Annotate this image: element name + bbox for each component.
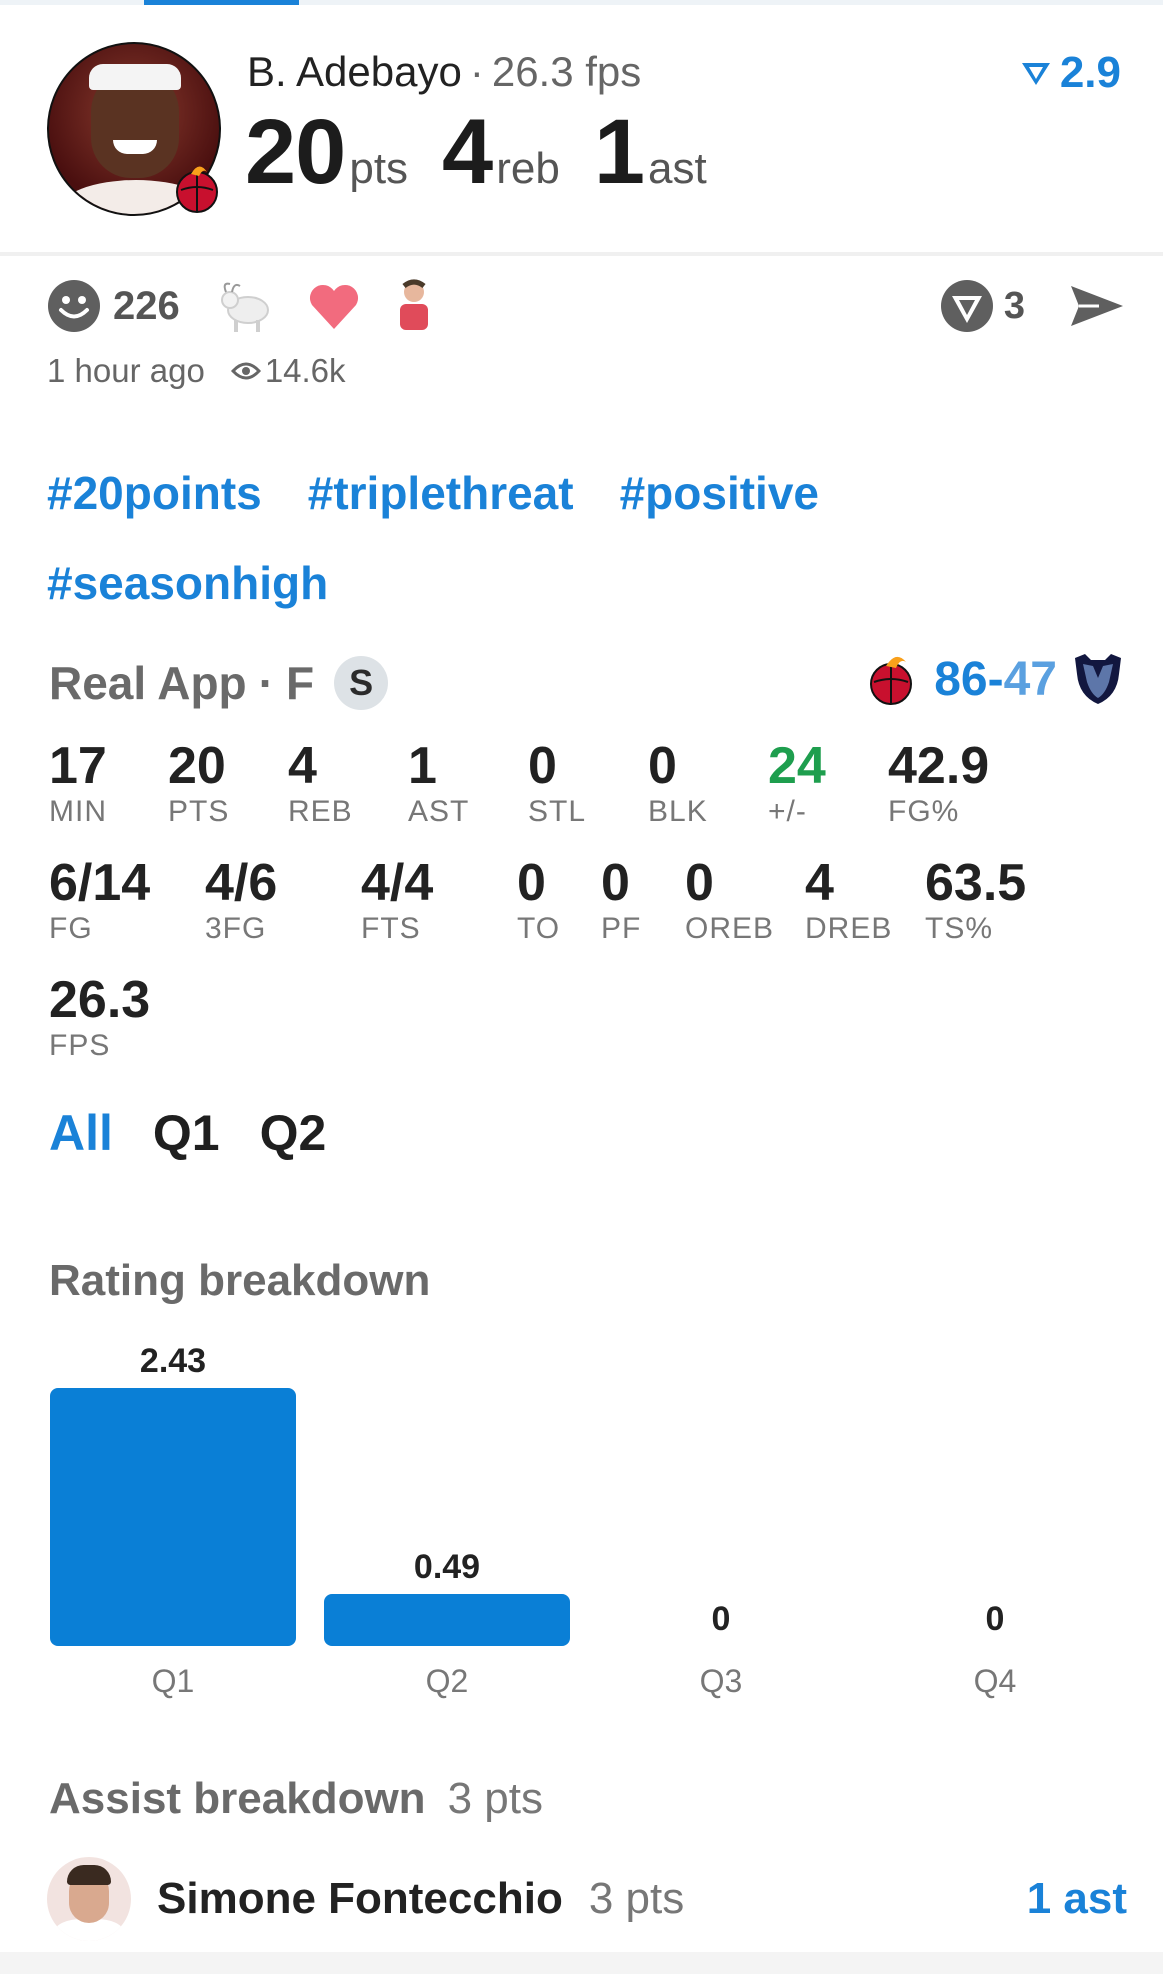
reactions-bar: 226 (47, 278, 466, 334)
data-label-q3: 0 (712, 1600, 731, 1638)
hashtag[interactable]: #positive (620, 454, 819, 532)
tick-label-q1: Q1 (152, 1663, 195, 1699)
stat-plus-minus: 24 +/- (768, 737, 826, 828)
score-text: 86-47 (934, 652, 1057, 707)
assist-total: 3 pts (447, 1774, 543, 1823)
post-meta: 1 hour ago 14.6k (47, 352, 346, 390)
score-dash: - (987, 652, 1004, 706)
rating-breakdown-chart: 2.43 Q1 0.49 Q2 0 Q3 0 Q4 (50, 1342, 1017, 1699)
header-divider (0, 252, 1163, 256)
tick-label-q2: Q2 (426, 1663, 469, 1699)
assist-title-text: Assist breakdown (49, 1774, 426, 1823)
player-fps: 26.3 fps (491, 48, 642, 95)
player-name[interactable]: B. Adebayo (247, 48, 462, 95)
data-label-q1: 2.43 (140, 1342, 206, 1380)
big-stat-line: 20pts 4reb 1ast (245, 100, 741, 205)
assists-unit: ast (647, 144, 707, 193)
assist-row[interactable]: Simone Fontecchio 3 pts 1 ast (47, 1856, 1127, 1942)
stat-fps: 26.3 FPS (49, 971, 151, 1062)
tab-indicator-active (144, 0, 299, 5)
eye-icon (230, 362, 261, 380)
time-ago: 1 hour ago (47, 352, 205, 389)
hashtags: #20points #triplethreat #positive #seasonhi… (47, 454, 1127, 634)
stat-reb: 4 REB (288, 737, 353, 828)
stat-3fg: 4/6 3FG (205, 854, 278, 945)
comments-count: 3 (1003, 284, 1025, 327)
player-header-line: B. Adebayo · 26.3 fps (247, 48, 641, 96)
tab-q2[interactable]: Q2 (260, 1104, 327, 1162)
data-label-q2: 0.49 (414, 1548, 480, 1586)
views: 14.6k (230, 352, 346, 390)
goat-icon[interactable] (216, 278, 276, 334)
stat-blk: 0 BLK (648, 737, 708, 828)
stat-ts-pct: 63.5 TS% (925, 854, 1027, 945)
rating-breakdown-title: Rating breakdown (49, 1256, 431, 1305)
game-score[interactable]: 86-47 (864, 650, 1127, 708)
stat-ast: 1 AST (408, 737, 470, 828)
rating-value: 2.9 (1059, 48, 1121, 97)
game-status: F (285, 657, 315, 709)
stat-min: 17 MIN (49, 737, 107, 828)
stat-fg-pct: 42.9 FG% (888, 737, 990, 828)
tab-all[interactable]: All (49, 1104, 113, 1162)
data-label-q4: 0 (986, 1600, 1005, 1638)
assist-player-pts: 3 pts (588, 1874, 685, 1923)
home-score: 86 (934, 652, 988, 706)
assist-player-name[interactable]: Simone Fontecchio (157, 1874, 563, 1924)
status-badge: S (334, 656, 389, 710)
away-score: 47 (1003, 652, 1057, 706)
game-status-line: Real App · F S (49, 656, 389, 710)
reaction-count: 226 (113, 283, 180, 328)
stat-to: 0 TO (517, 854, 561, 945)
hashtag[interactable]: #triplethreat (308, 454, 574, 532)
quarter-tabs: All Q1 Q2 (49, 1104, 326, 1162)
stat-dreb: 4 DREB (805, 854, 893, 945)
stat-stl: 0 STL (528, 737, 587, 828)
stat-fts: 4/4 FTS (361, 854, 434, 945)
separator-dot: · (258, 657, 274, 709)
heat-logo-icon (870, 656, 913, 705)
post-actions: 3 (940, 278, 1125, 334)
tab-indicator (0, 0, 1163, 5)
rebounds-unit: reb (496, 144, 560, 193)
bar-q1[interactable] (50, 1388, 296, 1646)
stat-oreb: 0 OREB (685, 854, 775, 945)
points-unit: pts (349, 144, 409, 193)
heat-logo-icon (176, 166, 218, 213)
comments-icon[interactable] (940, 279, 994, 333)
stat-pf: 0 PF (601, 854, 642, 945)
tab-q1[interactable]: Q1 (153, 1104, 220, 1162)
rating-chevron-icon (1021, 63, 1050, 85)
points-value: 20 (245, 101, 346, 203)
user-sticker-icon[interactable] (392, 278, 436, 334)
heart-icon[interactable] (306, 281, 362, 331)
stat-fg: 6/14 FG (49, 854, 151, 945)
assist-player-ast: 1 ast (1026, 1874, 1127, 1923)
assist-breakdown-title: Assist breakdown 3 pts (49, 1774, 543, 1824)
hashtag[interactable]: #20points (47, 454, 262, 532)
assists-value: 1 (593, 101, 645, 203)
views-count: 14.6k (264, 352, 346, 389)
source-label: Real App (49, 657, 247, 709)
smile-reaction-icon[interactable] (47, 279, 101, 333)
separator-dot: · (469, 48, 484, 95)
rebounds-value: 4 (442, 101, 493, 203)
player-avatar[interactable] (47, 42, 223, 218)
hashtag[interactable]: #seasonhigh (47, 544, 328, 622)
assist-player-avatar (47, 1857, 131, 1941)
tick-label-q3: Q3 (700, 1663, 743, 1699)
stat-pts: 20 PTS (168, 737, 230, 828)
bar-q2[interactable] (324, 1593, 570, 1646)
bottom-edge (0, 1952, 1163, 1974)
grizzlies-logo-icon (1075, 654, 1121, 704)
rating-badge[interactable]: 2.9 (1018, 48, 1121, 98)
tick-label-q4: Q4 (974, 1663, 1017, 1699)
share-send-icon[interactable] (1069, 282, 1125, 330)
